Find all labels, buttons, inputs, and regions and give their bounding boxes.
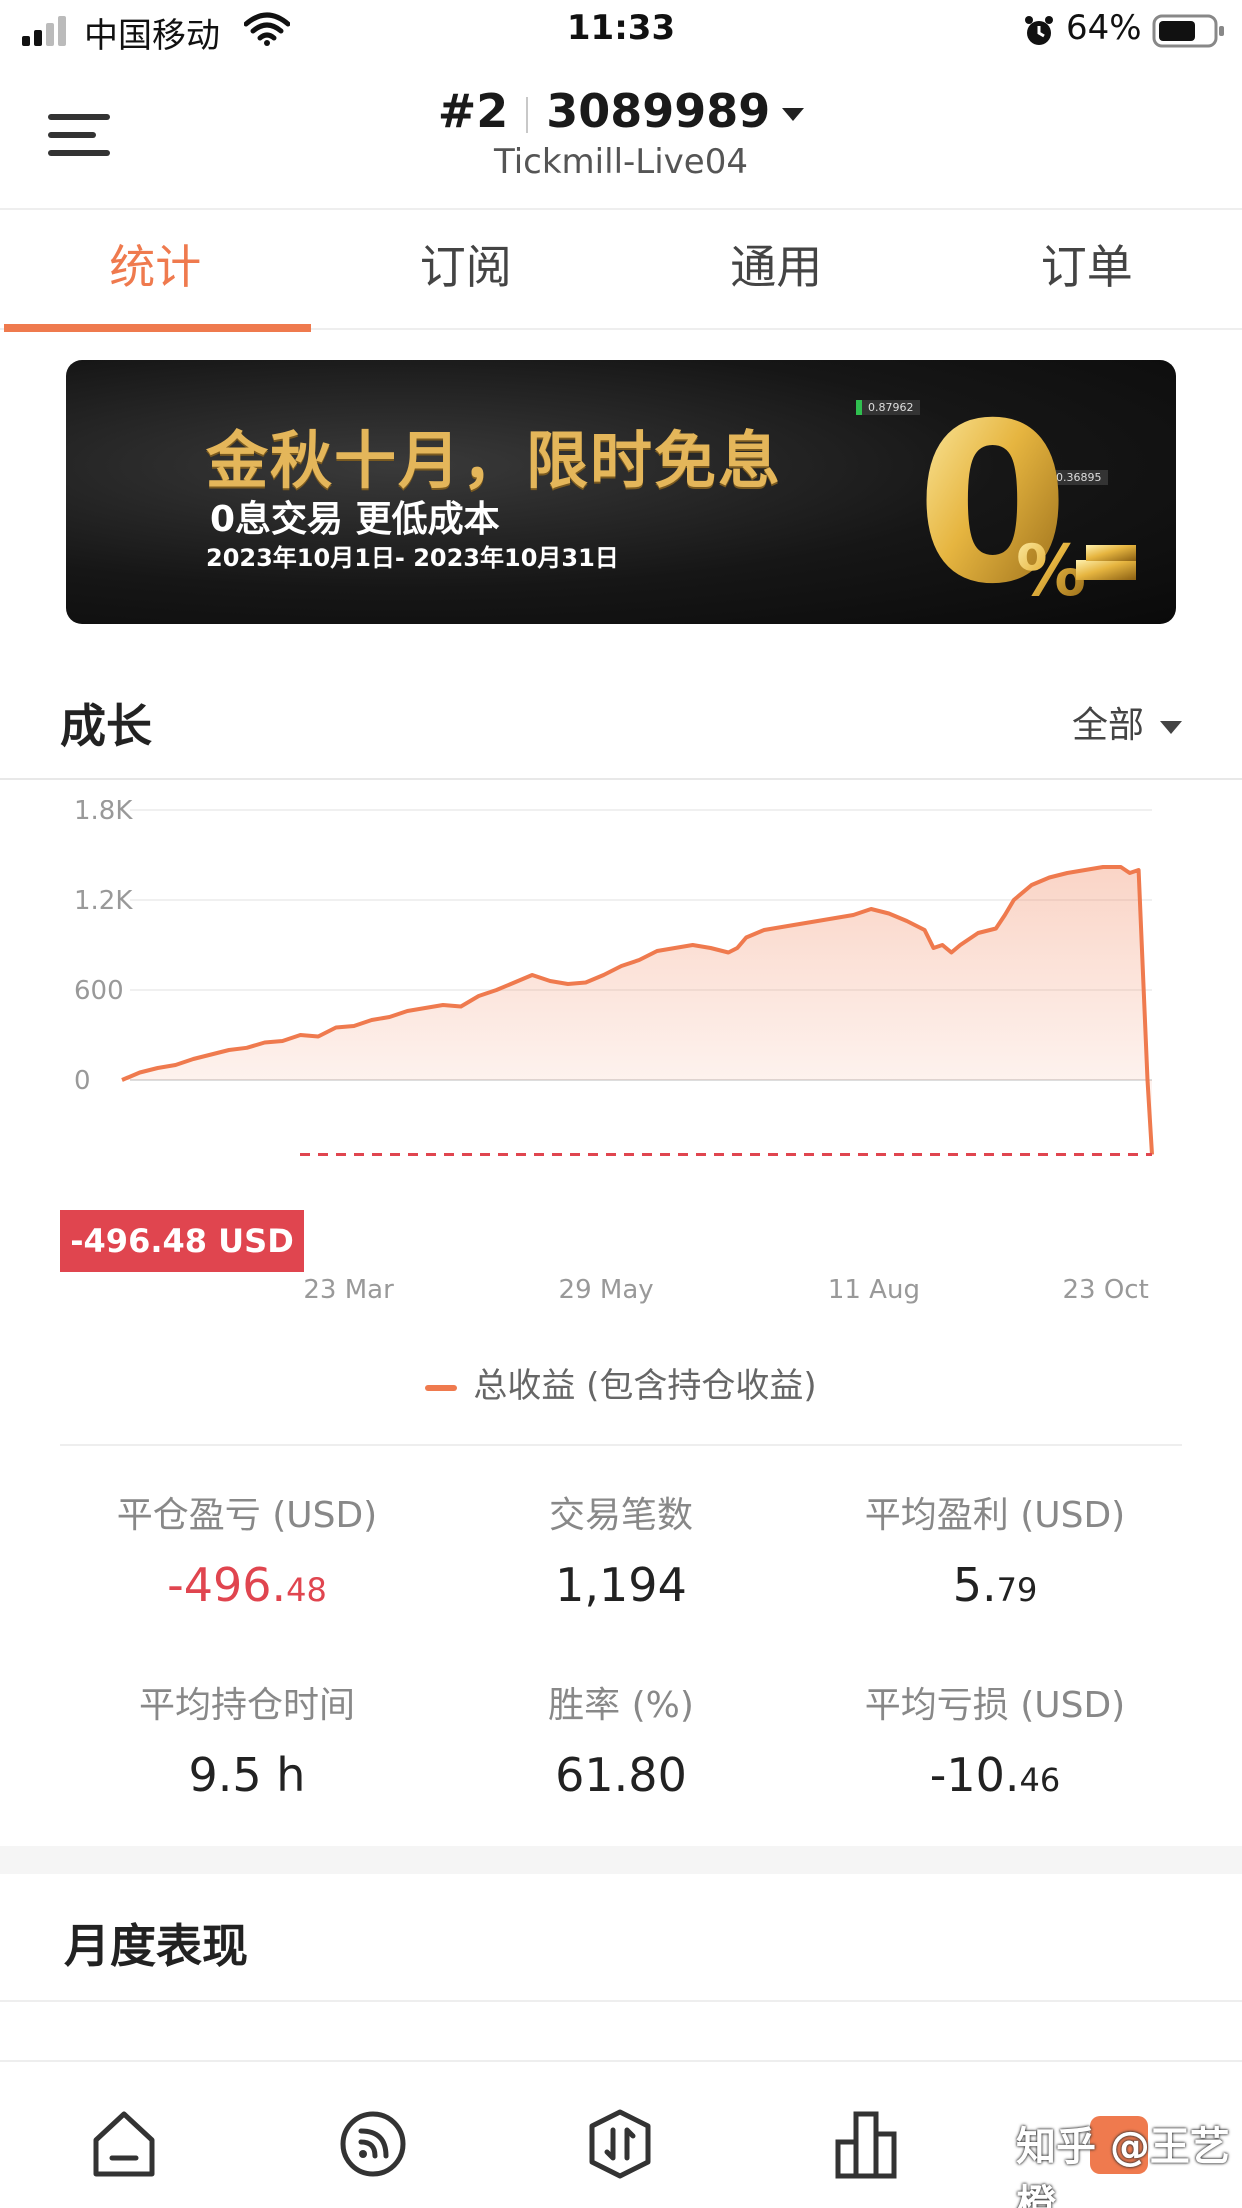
stat-avg-profit: 平均盈利 (USD) 5.79 bbox=[788, 1490, 1202, 1612]
growth-area bbox=[122, 867, 1152, 1155]
stat-win-rate: 胜率 (%) 61.80 bbox=[414, 1680, 828, 1802]
alarm-icon bbox=[1025, 16, 1053, 45]
bottom-nav: 知乎 @王艺橙 bbox=[0, 2060, 1242, 2208]
tab-general[interactable]: 通用 bbox=[621, 210, 932, 330]
gold-zero-graphic: 0 % bbox=[916, 380, 1136, 610]
account-index: #2 bbox=[437, 84, 509, 138]
stat-avg-hold-time: 平均持仓时间 9.5 h bbox=[40, 1680, 454, 1802]
trade-icon[interactable] bbox=[580, 2104, 660, 2184]
chevron-down-icon bbox=[782, 108, 805, 121]
chevron-down-icon bbox=[1160, 720, 1182, 734]
stats-bar-icon[interactable] bbox=[828, 2104, 908, 2184]
x-tick-label: 29 May bbox=[559, 1275, 654, 1305]
tab-statistics[interactable]: 统计 bbox=[0, 210, 311, 332]
x-tick-label: 11 Aug bbox=[828, 1275, 920, 1305]
server-name: Tickmill-Live04 bbox=[494, 142, 748, 182]
separator bbox=[526, 96, 529, 133]
y-tick-label: 1.2K bbox=[74, 886, 133, 916]
range-filter-label: 全部 bbox=[1071, 705, 1144, 746]
stat-value: -496.48 bbox=[167, 1558, 327, 1612]
growth-chart: 1.8K 1.2K 600 0 23 Mar 29 May 11 Aug 23 Oct -4… bbox=[0, 800, 1242, 1320]
chart-legend[interactable]: 总收益 (包含持仓收益) bbox=[0, 1358, 1242, 1407]
promo-banner[interactable]: 金秋十月，限时免息 0息交易 更低成本 2023年10月1日- 2023年10月… bbox=[66, 360, 1176, 624]
stat-label: 平均亏损 (USD) bbox=[864, 1685, 1126, 1726]
divider bbox=[0, 2000, 1242, 2002]
account-selector[interactable]: #2 3089989 bbox=[0, 84, 1242, 138]
stat-closed-pnl: 平仓盈亏 (USD) -496.48 bbox=[40, 1490, 454, 1612]
x-tick-label: 23 Mar bbox=[303, 1275, 394, 1305]
app-header: #2 3089989 Tickmill-Live04 bbox=[0, 62, 1242, 210]
monthly-performance-title: 月度表现 bbox=[64, 1919, 248, 1973]
stat-value: -10.46 bbox=[929, 1748, 1061, 1802]
y-tick-label: 1.8K bbox=[74, 800, 133, 826]
stat-value: 9.5 h bbox=[188, 1748, 306, 1802]
banner-date: 2023年10月1日- 2023年10月31日 bbox=[206, 544, 619, 572]
signal-feed-icon[interactable] bbox=[333, 2104, 413, 2184]
y-tick-label: 600 bbox=[74, 976, 124, 1006]
banner-subtitle: 0息交易 更低成本 bbox=[210, 499, 500, 540]
tab-orders[interactable]: 订单 bbox=[932, 210, 1242, 330]
battery-percent: 64% bbox=[1066, 8, 1142, 48]
growth-title: 成长 bbox=[60, 699, 152, 753]
legend-label: 总收益 (包含持仓收益) bbox=[473, 1366, 817, 1406]
stat-label: 胜率 (%) bbox=[548, 1685, 694, 1726]
watermark-text: 知乎 @王艺橙 bbox=[1016, 2124, 1230, 2208]
final-value-badge: -496.48 USD bbox=[60, 1210, 304, 1272]
battery-icon bbox=[1152, 14, 1224, 48]
status-bar: 中国移动 11:33 64% bbox=[0, 0, 1242, 62]
stat-label: 交易笔数 bbox=[548, 1495, 693, 1536]
stat-label: 平均持仓时间 bbox=[138, 1685, 355, 1726]
range-filter-dropdown[interactable]: 全部 bbox=[1072, 696, 1182, 748]
banner-percent-text: % bbox=[1016, 530, 1086, 610]
section-gap bbox=[0, 1846, 1242, 1874]
stat-label: 平均盈利 (USD) bbox=[864, 1495, 1126, 1536]
stat-label: 平仓盈亏 (USD) bbox=[116, 1495, 378, 1536]
stat-value: 61.80 bbox=[555, 1748, 687, 1802]
banner-title: 金秋十月，限时免息 bbox=[206, 424, 783, 497]
x-tick-label: 23 Oct bbox=[1062, 1275, 1148, 1305]
home-icon[interactable] bbox=[84, 2104, 164, 2184]
legend-swatch bbox=[425, 1384, 458, 1391]
account-number: 3089989 bbox=[546, 84, 771, 138]
y-tick-label: 0 bbox=[74, 1066, 91, 1096]
stat-value: 1,194 bbox=[555, 1558, 687, 1612]
stat-value: 5.79 bbox=[952, 1558, 1038, 1612]
divider bbox=[60, 1444, 1182, 1446]
growth-section-header: 成长 全部 bbox=[0, 660, 1242, 780]
stat-avg-loss: 平均亏损 (USD) -10.46 bbox=[788, 1680, 1202, 1802]
tab-bar: 统计 订阅 通用 订单 bbox=[0, 210, 1242, 332]
tab-subscription[interactable]: 订阅 bbox=[311, 210, 622, 330]
stat-trade-count: 交易笔数 1,194 bbox=[414, 1490, 828, 1612]
